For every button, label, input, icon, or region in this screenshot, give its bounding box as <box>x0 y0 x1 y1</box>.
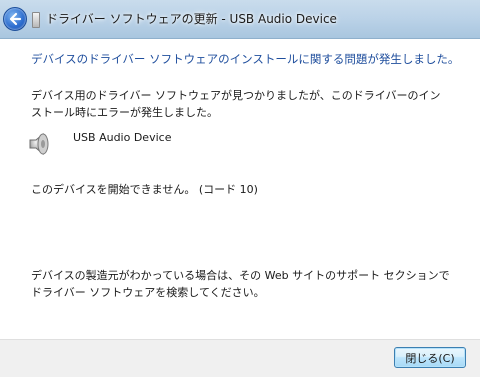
driver-update-dialog: ドライバー ソフトウェアの更新 - USB Audio Device デバイスの… <box>0 0 480 377</box>
error-code-message: このデバイスを開始できません。 (コード 10) <box>31 183 258 196</box>
button-bar: 閉じる(C) <box>0 339 480 377</box>
error-heading: デバイスのドライバー ソフトウェアのインストールに関する問題が発生しました。 <box>31 52 460 66</box>
close-button[interactable]: 閉じる(C) <box>394 347 466 368</box>
device-manager-icon <box>32 12 40 28</box>
title-bar: ドライバー ソフトウェアの更新 - USB Audio Device <box>0 0 480 39</box>
device-name: USB Audio Device <box>73 131 172 144</box>
window-title: ドライバー ソフトウェアの更新 - USB Audio Device <box>46 12 337 26</box>
back-arrow-icon <box>9 12 22 26</box>
found-message: デバイス用のドライバー ソフトウェアが見つかりましたが、このドライバーのインスト… <box>31 89 441 119</box>
speaker-icon <box>27 131 53 157</box>
dialog-content: デバイスのドライバー ソフトウェアのインストールに関する問題が発生しました。 デ… <box>0 39 480 339</box>
manufacturer-message: デバイスの製造元がわかっている場合は、その Web サイトのサポート セクション… <box>31 269 450 299</box>
back-button[interactable] <box>3 7 27 31</box>
